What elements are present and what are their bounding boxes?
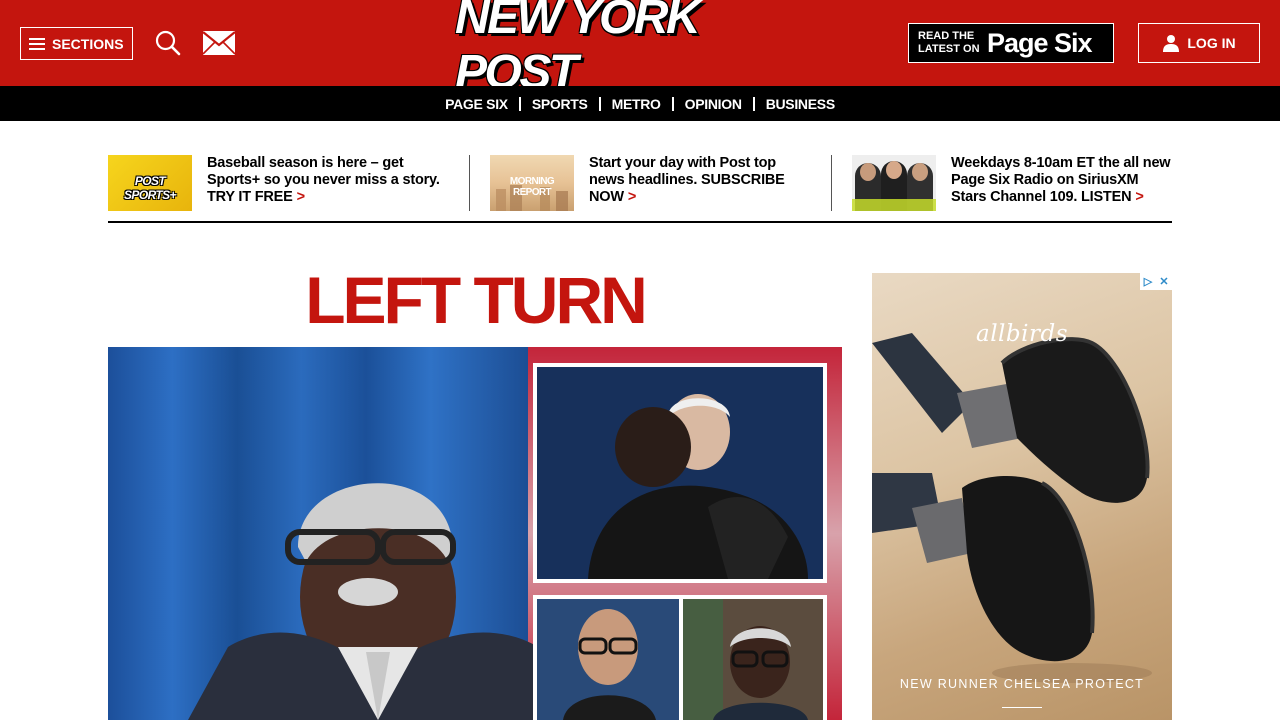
ad-divider (1002, 707, 1042, 708)
nav-item-opinion[interactable]: OPINION (685, 96, 742, 112)
pagesix-read-line1: READ THE (918, 30, 975, 42)
login-button[interactable]: LOG IN (1138, 23, 1260, 63)
main-story-image[interactable] (108, 347, 842, 720)
nav-item-business[interactable]: BUSINESS (766, 96, 835, 112)
hamburger-icon (29, 37, 45, 50)
post-sports-plus-thumbnail: POST SPORTS+ (108, 155, 192, 211)
nav-item-sports[interactable]: SPORTS (532, 96, 588, 112)
sections-menu-button[interactable]: SECTIONS (20, 27, 133, 60)
pagesix-read-line2: LATEST ON (918, 43, 980, 55)
promo-text[interactable]: Weekdays 8-10am ET the all new Page Six … (951, 155, 1172, 211)
ad-caption: NEW RUNNER CHELSEA PROTECT (899, 677, 1145, 691)
promo-page-six-radio[interactable]: Weekdays 8-10am ET the all new Page Six … (852, 155, 1172, 211)
promo-divider (831, 155, 832, 211)
morning-report-thumbnail: MORNING REPORT (490, 155, 574, 211)
nav-item-metro[interactable]: METRO (612, 96, 661, 112)
advertisement[interactable]: allbirds NEW RUNNER CHELSEA PROTECT ▷ ✕ (872, 273, 1172, 720)
promo-strip: POST SPORTS+ Baseball season is here – g… (108, 155, 1172, 223)
nav-item-page-six[interactable]: PAGE SIX (445, 96, 508, 112)
promo-sports-plus[interactable]: POST SPORTS+ Baseball season is here – g… (108, 155, 448, 211)
main-headline[interactable]: LEFT TURN (108, 262, 842, 338)
promo-divider (469, 155, 470, 211)
new-york-post-logo[interactable]: NEW YORK POST (455, 0, 825, 99)
morning-report-thumb-text: MORNING REPORT (509, 176, 555, 198)
promo-morning-text: Start your day with Post top news headli… (589, 155, 785, 205)
promo-sports-text: Baseball season is here – get Sports+ so… (207, 155, 440, 205)
logo-wordmark: NEW YORK POST (455, 0, 701, 99)
nav-divider (598, 96, 601, 111)
pagesix-brand: Page Six (987, 27, 1093, 58)
pagesix-promo-button[interactable]: READ THE LATEST ON Page Six (908, 23, 1114, 63)
user-icon (1163, 35, 1180, 52)
page-six-radio-thumbnail (852, 155, 936, 211)
nav-divider (752, 96, 755, 111)
ad-brand-name: allbirds (975, 321, 1069, 347)
site-header: SECTIONS NEW YORK POST READ THE LATEST O… (0, 0, 1280, 99)
section-nav: PAGE SIX SPORTS METRO OPINION BUSINESS (0, 86, 1280, 121)
chevron-right-icon: > (1135, 189, 1144, 205)
login-label: LOG IN (1187, 35, 1236, 51)
chevron-right-icon: > (296, 189, 305, 205)
ad-controls: ▷ ✕ (1140, 273, 1172, 290)
promo-text[interactable]: Baseball season is here – get Sports+ so… (207, 155, 448, 211)
pagesix-read-label: READ THE LATEST ON (909, 30, 987, 56)
promo-text[interactable]: Start your day with Post top news headli… (589, 155, 810, 211)
close-icon[interactable]: ✕ (1156, 273, 1172, 290)
nav-divider (518, 96, 521, 111)
adchoices-icon[interactable]: ▷ (1140, 273, 1156, 290)
main-story-photo-collage (108, 347, 842, 720)
search-icon[interactable] (154, 29, 182, 57)
sections-label: SECTIONS (52, 35, 124, 52)
nav-divider (671, 96, 674, 111)
chevron-right-icon: > (627, 189, 637, 205)
post-sports-plus-thumb-text: POST SPORTS+ (124, 174, 177, 202)
promo-morning-report[interactable]: MORNING REPORT Start your day with Post … (490, 155, 810, 211)
mail-icon[interactable] (202, 30, 236, 56)
